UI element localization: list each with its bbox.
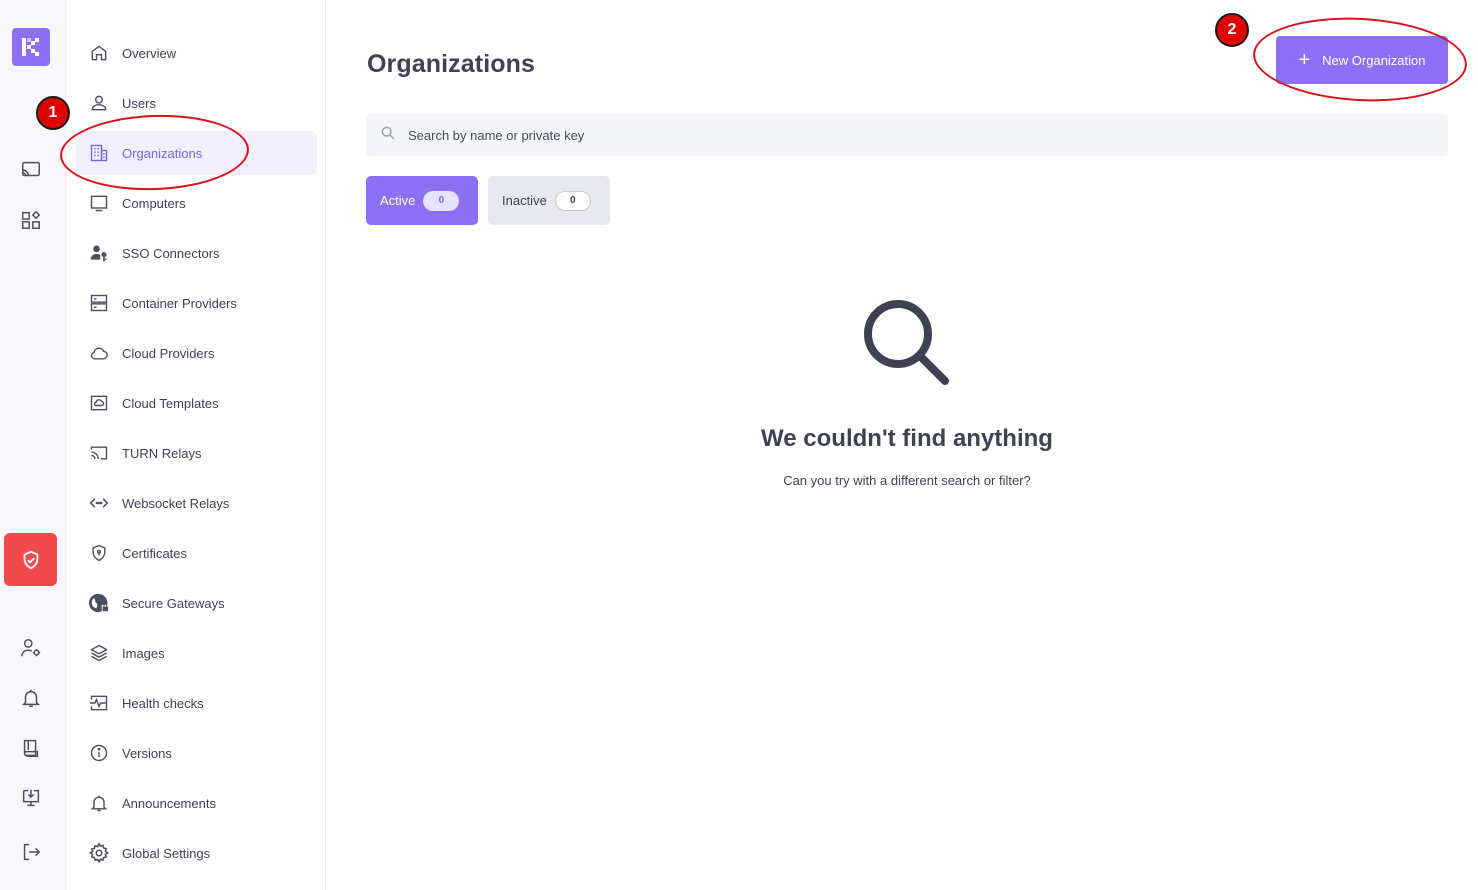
home-icon bbox=[88, 42, 110, 64]
shield-lock-icon bbox=[88, 542, 110, 564]
cloud-box-icon bbox=[88, 392, 110, 414]
main-content: Organizations + New Organization Active … bbox=[327, 0, 1478, 890]
sidebar-item-secure-gateways[interactable]: Secure Gateways bbox=[76, 581, 317, 625]
sidebar-item-label: Versions bbox=[122, 745, 172, 761]
cast-icon[interactable] bbox=[16, 155, 46, 185]
empty-state-title: We couldn't find anything bbox=[761, 425, 1053, 452]
sidebar-item-label: Cloud Providers bbox=[122, 345, 215, 361]
annotation-marker-1: 1 bbox=[36, 96, 70, 130]
sidebar-item-label: Container Providers bbox=[122, 295, 237, 311]
sidebar-item-label: Overview bbox=[122, 45, 177, 61]
bell-icon bbox=[88, 792, 110, 814]
server-icon bbox=[88, 292, 110, 314]
tab-active[interactable]: Active 0 bbox=[366, 176, 478, 225]
layers-icon bbox=[88, 642, 110, 664]
search-bar bbox=[366, 114, 1448, 156]
sidebar-item-label: Cloud Templates bbox=[122, 395, 219, 411]
sidebar-item-certificates[interactable]: Certificates bbox=[76, 531, 317, 575]
widgets-icon[interactable] bbox=[16, 205, 46, 235]
sidebar-item-label: Global Settings bbox=[122, 845, 211, 861]
sidebar-item-sso-connectors[interactable]: SSO Connectors bbox=[76, 231, 317, 275]
sidebar-item-websocket-relays[interactable]: Websocket Relays bbox=[76, 481, 317, 525]
logo-icon[interactable] bbox=[12, 28, 50, 66]
logout-icon[interactable] bbox=[16, 837, 46, 867]
sidebar-item-label: Websocket Relays bbox=[122, 495, 230, 511]
cast-icon bbox=[88, 442, 110, 464]
page-title: Organizations bbox=[367, 50, 535, 78]
info-icon bbox=[88, 742, 110, 764]
sidebar-item-overview[interactable]: Overview bbox=[76, 31, 317, 75]
download-monitor-icon[interactable] bbox=[16, 783, 46, 813]
tab-label: Active bbox=[380, 193, 416, 208]
icon-rail bbox=[0, 0, 66, 890]
sidebar-item-computers[interactable]: Computers bbox=[76, 181, 317, 225]
sidebar-item-label: Health checks bbox=[122, 695, 204, 711]
count-badge: 0 bbox=[554, 190, 591, 211]
sidebar-item-health-checks[interactable]: Health checks bbox=[76, 681, 317, 725]
sidebar-item-cloud-templates[interactable]: Cloud Templates bbox=[76, 381, 317, 425]
gear-icon bbox=[88, 842, 110, 864]
sidebar-item-label: Announcements bbox=[122, 795, 216, 811]
code-arrows-icon bbox=[88, 492, 110, 514]
magnifier-icon bbox=[860, 298, 952, 395]
count-badge: 0 bbox=[423, 190, 460, 211]
sidebar-item-label: Users bbox=[122, 95, 156, 111]
sidebar-item-versions[interactable]: Versions bbox=[76, 731, 317, 775]
pulse-icon bbox=[88, 692, 110, 714]
shield-check-icon[interactable] bbox=[4, 533, 57, 586]
sidebar-item-label: Computers bbox=[122, 195, 186, 211]
sidebar-item-label: SSO Connectors bbox=[122, 245, 220, 261]
monitor-icon bbox=[88, 192, 110, 214]
annotation-marker-2: 2 bbox=[1215, 13, 1249, 47]
sidebar-item-images[interactable]: Images bbox=[76, 631, 317, 675]
tab-label: Inactive bbox=[502, 193, 547, 208]
sidebar-item-global-settings[interactable]: Global Settings bbox=[76, 831, 317, 875]
sidebar-item-container-providers[interactable]: Container Providers bbox=[76, 281, 317, 325]
sidebar-item-label: Certificates bbox=[122, 545, 188, 561]
search-input[interactable] bbox=[408, 127, 1008, 143]
sidebar-item-cloud-providers[interactable]: Cloud Providers bbox=[76, 331, 317, 375]
search-icon bbox=[380, 125, 396, 146]
tab-inactive[interactable]: Inactive 0 bbox=[488, 176, 610, 225]
sidebar-item-label: Images bbox=[122, 645, 165, 661]
sidebar-item-announcements[interactable]: Announcements bbox=[76, 781, 317, 825]
empty-state-subtitle: Can you try with a different search or f… bbox=[783, 473, 1031, 488]
cloud-icon bbox=[88, 342, 110, 364]
sidebar-item-label: TURN Relays bbox=[122, 445, 202, 461]
globe-lock-icon bbox=[88, 592, 110, 614]
user-settings-icon[interactable] bbox=[16, 633, 46, 663]
book-icon[interactable] bbox=[16, 733, 46, 763]
user-icon bbox=[88, 92, 110, 114]
user-key-icon bbox=[88, 242, 110, 264]
sidebar-item-label: Secure Gateways bbox=[122, 595, 225, 611]
bell-icon[interactable] bbox=[16, 683, 46, 713]
sidebar-item-turn-relays[interactable]: TURN Relays bbox=[76, 431, 317, 475]
